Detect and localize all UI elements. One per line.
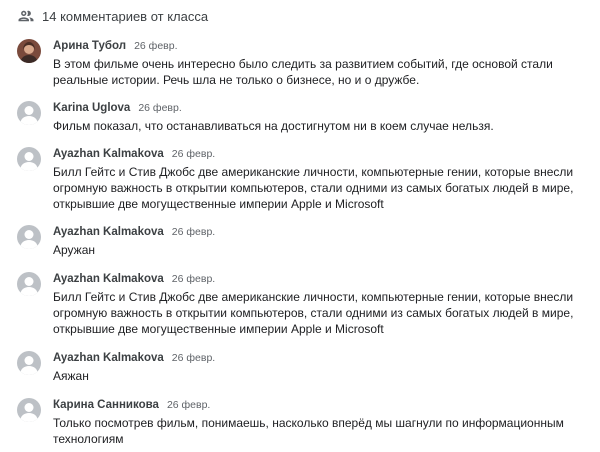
- comment-text: Билл Гейтс и Стив Джобс две американские…: [53, 165, 574, 211]
- comment-text: Аяжан: [53, 369, 89, 383]
- avatar[interactable]: [17, 351, 41, 375]
- comment-date: 26 февр.: [134, 40, 178, 52]
- comments-header: 14 комментариев от класса: [17, 6, 208, 26]
- comment-author: Ayazhan Kalmakova: [53, 148, 164, 160]
- comment-date: 26 февр.: [166, 399, 211, 411]
- comment-date: 26 февр.: [171, 273, 216, 285]
- comment-text: Только посмотрев фильм, понимаешь, наско…: [53, 416, 564, 446]
- comment-author: Ayazhan Kalmakova: [53, 226, 164, 238]
- comment-date: 26 февр.: [171, 148, 216, 160]
- comment-text: Билл Гейтс и Стив Джобс две американские…: [53, 290, 574, 336]
- avatar[interactable]: [17, 147, 41, 171]
- avatar[interactable]: [17, 398, 41, 422]
- comment-text: Фильм показал, что останавливаться на до…: [53, 119, 494, 133]
- comment-author: Арина Тубол: [53, 40, 127, 52]
- comment-date: 26 февр.: [171, 226, 216, 238]
- comment-text: В этом фильме очень интересно было следи…: [53, 57, 553, 87]
- avatar[interactable]: [17, 272, 41, 296]
- comment-date: 26 февр.: [138, 102, 182, 114]
- people-icon: [17, 7, 35, 25]
- avatar[interactable]: [17, 225, 41, 249]
- comment-author: Ayazhan Kalmakova: [53, 352, 164, 364]
- avatar[interactable]: [17, 39, 41, 63]
- comment-date: 26 февр.: [171, 352, 216, 364]
- comment-author: Карина Санникова: [53, 399, 159, 411]
- comment-author: Ayazhan Kalmakova: [53, 273, 164, 285]
- comment-author: Karina Uglova: [53, 102, 131, 114]
- avatar[interactable]: [17, 101, 41, 125]
- comments-count-title: 14 комментариев от класса: [42, 8, 209, 24]
- comment-text: Аружан: [53, 243, 96, 257]
